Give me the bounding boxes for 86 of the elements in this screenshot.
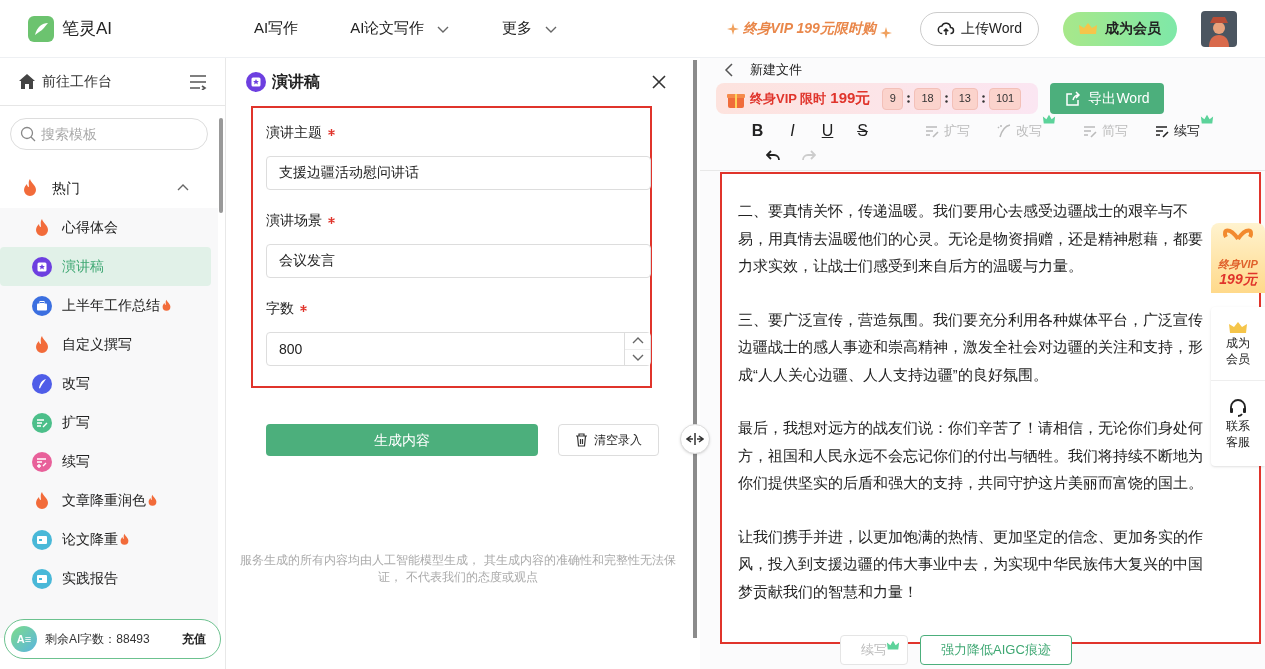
nav-item[interactable]: AI写作 xyxy=(254,17,299,40)
sidebar-item[interactable]: 论文降重 xyxy=(0,520,211,559)
nav-item[interactable]: AI论文写作 xyxy=(350,17,451,40)
logo-icon xyxy=(28,15,54,42)
sidebar-item[interactable]: 扩写 xyxy=(0,403,211,442)
recharge-link[interactable]: 充值 xyxy=(182,630,206,648)
lines-pencil-icon xyxy=(1154,123,1170,139)
search-field[interactable]: 搜索模板 xyxy=(10,118,208,150)
sparkle-icon xyxy=(726,22,739,35)
workbench-link[interactable]: 前往工作台 xyxy=(42,71,112,92)
resize-icon xyxy=(686,433,704,445)
quill-icon xyxy=(32,373,52,394)
strike-button[interactable]: S xyxy=(845,119,880,143)
paragraph: 最后，我想对远方的战友们说：你们辛苦了！请相信，无论你们身处何方，祖国和人民永远不会忘记你们的付出与牺牲。我们将持续不断地为你们提供坚实的后盾和强大的支持，共同守护这片美丽而富饶的国土。 xyxy=(738,419,1204,493)
customer-service-widget[interactable]: 联系客服 xyxy=(1224,381,1252,466)
nav-item[interactable]: 更多 xyxy=(502,17,559,40)
field-label: 字数 xyxy=(266,298,294,318)
document-title: 新建文件 xyxy=(750,61,802,80)
scrollbar-thumb[interactable] xyxy=(219,118,223,213)
pencil-plus-icon xyxy=(32,451,52,472)
sidebar-item[interactable]: 改写 xyxy=(0,364,211,403)
panel-title: 演讲稿 xyxy=(272,72,320,92)
menu-icon[interactable] xyxy=(189,73,207,90)
vip-countdown-banner[interactable]: 终身VIP 限时 199元 9 18 13 101 xyxy=(716,83,1038,114)
home-icon xyxy=(18,72,36,91)
colon-icon xyxy=(944,94,948,103)
crown-icon xyxy=(1079,21,1097,36)
number-field[interactable]: 800 xyxy=(266,332,651,366)
fire-icon xyxy=(118,533,131,546)
star-badge-icon xyxy=(246,72,266,92)
sparkle-quill-icon xyxy=(996,123,1012,139)
field-label: 演讲主题 xyxy=(266,122,322,142)
sparkle-icon xyxy=(879,26,892,39)
countdown-digit: 18 xyxy=(914,87,941,110)
headset-icon xyxy=(1228,397,1248,418)
ai-tool-button[interactable]: 续写 xyxy=(1154,121,1200,141)
underline-button[interactable]: U xyxy=(810,119,845,143)
crown-icon xyxy=(1229,320,1247,335)
sidebar-item[interactable]: 文章降重润色 xyxy=(0,481,211,520)
paragraph: 三、要广泛宣传，营造氛围。我们要充分利用各种媒体平台，广泛宣传边疆战士的感人事迹和崇高精神，激发全社会对边疆的关注和支持，形成“人人关心边疆、人人支持边疆”的良好氛围。 xyxy=(738,310,1204,385)
input-field[interactable]: 会议发言 xyxy=(266,244,651,278)
undo-icon[interactable] xyxy=(766,150,780,162)
bold-button[interactable]: B xyxy=(740,119,775,143)
category-header[interactable]: 热门 xyxy=(0,168,210,208)
document-icon xyxy=(32,568,52,589)
vip-offer-text: 终身VIP 限时 xyxy=(750,89,827,108)
logo-text: 笔灵AI xyxy=(62,17,113,40)
sidebar-item[interactable]: 心得体会 xyxy=(0,208,211,247)
vip-price: 199元 xyxy=(830,88,871,109)
avatar[interactable] xyxy=(1201,10,1237,47)
credits-avatar: A≡ xyxy=(11,626,37,652)
colon-icon xyxy=(981,94,985,103)
close-icon xyxy=(652,75,666,89)
close-button[interactable] xyxy=(652,75,666,89)
star-badge-icon xyxy=(32,256,52,277)
pencil-lines-icon xyxy=(924,123,940,139)
countdown-digit: 101 xyxy=(988,87,1022,110)
back-icon[interactable] xyxy=(724,63,734,77)
document-icon xyxy=(32,529,52,550)
sidebar-item[interactable]: 续写 xyxy=(0,442,211,481)
pencil-lines-icon xyxy=(32,412,52,433)
credits-text: 剩余AI字数：88493 xyxy=(45,631,150,648)
fire-icon xyxy=(146,494,159,507)
paragraph: 让我们携手并进，以更加饱满的热情、更加坚定的信念、更加务实的作风，投入到支援边疆的伟大事业中去，为实现中华民族伟大复兴的中国梦贡献我们的智慧和力量！ xyxy=(738,527,1204,602)
resize-handle[interactable] xyxy=(680,424,710,454)
member-widget[interactable]: 成为会员 xyxy=(1224,307,1252,380)
countdown-digit: 9 xyxy=(882,87,904,110)
paragraph: 二、要真情关怀，传递温暖。我们要用心去感受边疆战士的艰辛与不易，用真情去温暖他们的心灵。无论是物资捐赠，还是精神慰藉，都要力求实效，让战士们感受到来自后方的温暖与力量。 xyxy=(738,202,1204,276)
input-field[interactable]: 支援边疆活动慰问讲话 xyxy=(266,156,651,190)
sidebar-item[interactable]: 上半年工作总结 xyxy=(0,286,211,325)
lines-pencil-icon xyxy=(1082,123,1098,139)
italic-button[interactable]: I xyxy=(775,119,810,143)
clear-button[interactable]: 清空录入 xyxy=(558,424,659,456)
fire-icon xyxy=(160,299,173,312)
disclaimer: 服务生成的所有内容均由人工智能模型生成， 其生成内容的准确性和完整性无法保证， 不代表我们的态度或观点 xyxy=(239,552,677,586)
export-icon xyxy=(1064,89,1083,108)
field-label: 演讲场景 xyxy=(266,210,322,230)
countdown-digit: 13 xyxy=(951,87,978,110)
become-member-button[interactable]: 成为会员 xyxy=(1063,11,1177,46)
sidebar-item[interactable]: 自定义撰写 xyxy=(0,325,211,364)
colon-icon xyxy=(907,94,911,103)
sidebar-item[interactable]: 实践报告 xyxy=(0,559,211,598)
search-icon xyxy=(20,126,36,142)
scrollbar-thumb[interactable] xyxy=(693,60,697,638)
trash-icon xyxy=(575,433,588,447)
briefcase-icon xyxy=(32,295,52,316)
